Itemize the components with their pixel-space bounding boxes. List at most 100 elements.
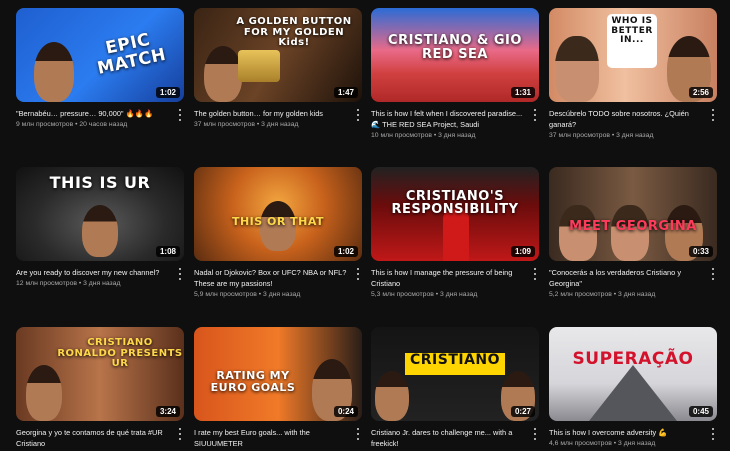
video-card[interactable]: CRISTIANO RONALDO PRESENTS UR 3:24 Georg… — [16, 327, 184, 451]
video-stats: 10 млн просмотров • 3 дня назад — [371, 132, 539, 139]
separator: • — [256, 121, 260, 128]
video-stats: 5,9 млн просмотров • 3 дня назад — [194, 291, 362, 298]
video-stats: 5,2 млн просмотров • 3 дня назад — [549, 291, 717, 298]
video-card[interactable]: SUPERAÇÃO 0:45 This is how I overcome ad… — [549, 327, 717, 447]
video-duration: 1:08 — [155, 246, 180, 257]
thumbnail-overlay-text: MEET GEORGINA — [569, 218, 697, 234]
video-thumbnail[interactable]: CRISTIANO RONALDO PRESENTS UR 3:24 — [16, 327, 184, 421]
video-title[interactable]: Descúbrelo TODO sobre nosotros. ¿Quién g… — [549, 108, 705, 130]
upload-age: 20 часов назад — [79, 121, 128, 128]
upload-age: 3 дня назад — [263, 291, 301, 298]
upload-age: 3 дня назад — [438, 132, 476, 139]
video-title[interactable]: Are you ready to discover my new channel… — [16, 267, 172, 278]
video-thumbnail[interactable]: CRISTIANO'S RESPONSIBILITY 1:09 — [371, 167, 539, 261]
view-count: 10 млн просмотров — [371, 132, 432, 139]
person-image — [204, 46, 242, 102]
video-card[interactable]: CRISTIANO & GIO RED SEA 1:31 This is how… — [371, 8, 539, 139]
video-stats: 12 млн просмотров • 3 дня назад — [16, 280, 184, 287]
video-title[interactable]: I rate my best Euro goals... with the SI… — [194, 427, 350, 449]
more-options-icon[interactable] — [354, 267, 362, 281]
more-options-icon[interactable] — [176, 267, 184, 281]
video-card[interactable]: MEET GEORGINA 0:33 "Conocerás a los verd… — [549, 167, 717, 298]
more-options-icon[interactable] — [354, 427, 362, 441]
more-options-icon[interactable] — [709, 267, 717, 281]
video-card[interactable]: A GOLDEN BUTTON FOR MY GOLDEN Kids! 1:47… — [194, 8, 362, 128]
video-card[interactable]: RATING MY EURO GOALS 0:24 I rate my best… — [194, 327, 362, 451]
person-image — [26, 365, 62, 421]
play-button-plaque — [238, 50, 280, 82]
thumbnail-overlay-text: A GOLDEN BUTTON FOR MY GOLDEN Kids! — [236, 16, 352, 49]
video-thumbnail[interactable]: MEET GEORGINA 0:33 — [549, 167, 717, 261]
thumbnail-overlay-text: CRISTIANO & GIO RED SEA — [388, 33, 522, 62]
more-options-icon[interactable] — [531, 427, 539, 441]
separator: • — [78, 280, 82, 287]
video-duration: 1:47 — [333, 87, 358, 98]
video-thumbnail[interactable]: RATING MY EURO GOALS 0:24 — [194, 327, 362, 421]
separator: • — [613, 291, 617, 298]
more-options-icon[interactable] — [176, 108, 184, 122]
thumbnail-overlay-text: THIS IS UR — [49, 172, 151, 192]
video-thumbnail[interactable]: WHO IS BETTER IN... 2:56 — [549, 8, 717, 102]
video-duration: 0:45 — [688, 406, 713, 417]
thumbnail-overlay-text: CRISTIANO'S RESPONSIBILITY — [391, 188, 519, 218]
view-count: 5,9 млн просмотров — [194, 291, 257, 298]
video-thumbnail[interactable]: A GOLDEN BUTTON FOR MY GOLDEN Kids! 1:47 — [194, 8, 362, 102]
video-card[interactable]: EPIC MATCH 1:02 "Bernabéu… pressure… 90,… — [16, 8, 184, 128]
video-duration: 1:31 — [510, 87, 535, 98]
person-image — [82, 205, 118, 257]
video-duration: 1:02 — [155, 87, 180, 98]
thumbnail-overlay-text: WHO IS BETTER IN... — [611, 16, 653, 46]
more-options-icon[interactable] — [709, 427, 717, 441]
upload-age: 3 дня назад — [440, 291, 478, 298]
video-title[interactable]: Nadal or Djokovic? Box or UFC? NBA or NF… — [194, 267, 350, 289]
view-count: 12 млн просмотров — [16, 280, 77, 287]
video-title[interactable]: This is how I manage the pressure of bei… — [371, 267, 527, 289]
video-duration: 2:56 — [688, 87, 713, 98]
video-stats: 4,6 млн просмотров • 3 дня назад — [549, 440, 717, 447]
video-card[interactable]: WHO IS BETTER IN... 2:56 Descúbrelo TODO… — [549, 8, 717, 139]
video-stats: 5,3 млн просмотров • 3 дня назад — [371, 291, 539, 298]
more-options-icon[interactable] — [531, 267, 539, 281]
more-options-icon[interactable] — [354, 108, 362, 122]
video-thumbnail[interactable]: CRISTIANO 0:27 — [371, 327, 539, 421]
more-options-icon[interactable] — [709, 108, 717, 122]
upload-age: 3 дня назад — [83, 280, 121, 287]
video-duration: 1:02 — [333, 246, 358, 257]
separator: • — [75, 121, 78, 128]
video-card[interactable]: CRISTIANO 0:27 Cristiano Jr. dares to ch… — [371, 327, 539, 451]
video-duration: 0:27 — [510, 406, 535, 417]
separator: • — [613, 440, 617, 447]
video-thumbnail[interactable]: SUPERAÇÃO 0:45 — [549, 327, 717, 421]
separator: • — [258, 291, 262, 298]
video-thumbnail[interactable]: EPIC MATCH 1:02 — [16, 8, 184, 102]
view-count: 4,6 млн просмотров — [549, 440, 612, 447]
video-card[interactable]: THIS IS UR 1:08 Are you ready to discove… — [16, 167, 184, 287]
video-title[interactable]: This is how I overcome adversity 💪 — [549, 427, 705, 438]
video-title[interactable]: Cristiano Jr. dares to challenge me... w… — [371, 427, 527, 449]
video-duration: 1:09 — [510, 246, 535, 257]
video-stats: 37 млн просмотров • 3 дня назад — [549, 132, 717, 139]
view-count: 5,2 млн просмотров — [549, 291, 612, 298]
video-title[interactable]: The golden button… for my golden kids — [194, 108, 350, 119]
video-title[interactable]: "Bernabéu… pressure… 90,000" 🔥🔥🔥 — [16, 108, 172, 119]
video-thumbnail[interactable]: THIS IS UR 1:08 — [16, 167, 184, 261]
video-stats: 9 млн просмотров • 20 часов назад — [16, 121, 184, 128]
video-card[interactable]: CRISTIANO'S RESPONSIBILITY 1:09 This is … — [371, 167, 539, 298]
video-duration: 3:24 — [155, 406, 180, 417]
more-options-icon[interactable] — [176, 427, 184, 441]
more-options-icon[interactable] — [531, 108, 539, 122]
video-thumbnail[interactable]: CRISTIANO & GIO RED SEA 1:31 — [371, 8, 539, 102]
video-duration: 0:24 — [333, 406, 358, 417]
view-count: 37 млн просмотров — [194, 121, 255, 128]
thumbnail-overlay-text: THIS OR THAT — [231, 214, 325, 228]
video-title[interactable]: "Conocerás a los verdaderos Cristiano y … — [549, 267, 705, 289]
mountain-image — [589, 365, 677, 421]
person-image — [375, 371, 409, 421]
video-card[interactable]: THIS OR THAT 1:02 Nadal or Djokovic? Box… — [194, 167, 362, 298]
video-title[interactable]: This is how I felt when I discovered par… — [371, 108, 527, 130]
upload-age: 3 дня назад — [616, 132, 654, 139]
thumbnail-overlay-text: CRISTIANO RONALDO PRESENTS UR — [57, 337, 183, 370]
video-title[interactable]: Georgina y yo te contamos de qué trata #… — [16, 427, 172, 449]
thumbnail-overlay-text: CRISTIANO — [409, 352, 501, 369]
video-thumbnail[interactable]: THIS OR THAT 1:02 — [194, 167, 362, 261]
